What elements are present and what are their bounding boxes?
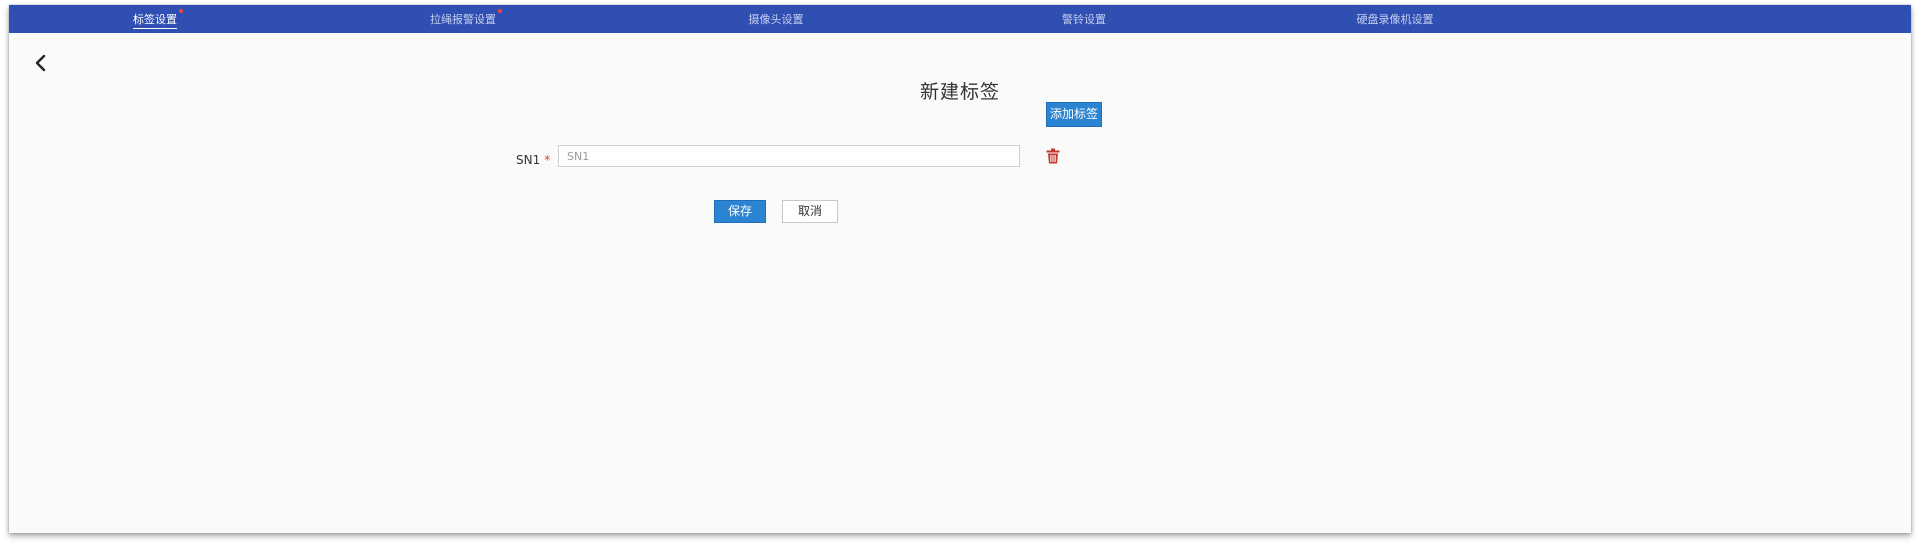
tab-label: 摄像头设置 [748,13,804,26]
top-nav: 标签设置 拉绳报警设置 摄像头设置 警铃设置 硬盘录像机设置 [9,5,1911,33]
tab-pullcord-alarm-settings[interactable]: 拉绳报警设置 [430,5,502,33]
tab-label: 警铃设置 [1062,13,1106,26]
add-tag-button[interactable]: 添加标签 [1046,102,1102,127]
back-button[interactable] [31,53,51,73]
tab-label: 拉绳报警设置 [430,13,496,26]
page-title: 新建标签 [919,81,1000,103]
field-label-sn1: SN1 * [516,150,550,170]
save-button[interactable]: 保存 [714,200,766,223]
tab-alarm-bell-settings[interactable]: 警铃设置 [1062,5,1106,33]
active-tab-underline [133,28,177,29]
required-mark: * [544,153,551,167]
alert-dot [498,9,502,13]
delete-field-button[interactable] [1046,148,1060,164]
alert-dot [179,9,183,13]
field-label-text: SN1 [516,153,541,167]
sn1-input[interactable] [558,145,1020,167]
app-window: 标签设置 拉绳报警设置 摄像头设置 警铃设置 硬盘录像机设置 新建标签 添加标签… [9,5,1911,533]
tab-tag-settings[interactable]: 标签设置 [133,5,183,33]
tab-camera-settings[interactable]: 摄像头设置 [749,5,804,33]
trash-icon [1046,148,1060,164]
chevron-left-icon [35,54,46,72]
tab-label: 标签设置 [133,13,177,26]
tab-nvr-settings[interactable]: 硬盘录像机设置 [1357,5,1434,33]
tab-label: 硬盘录像机设置 [1356,13,1434,26]
cancel-button[interactable]: 取消 [782,200,838,223]
